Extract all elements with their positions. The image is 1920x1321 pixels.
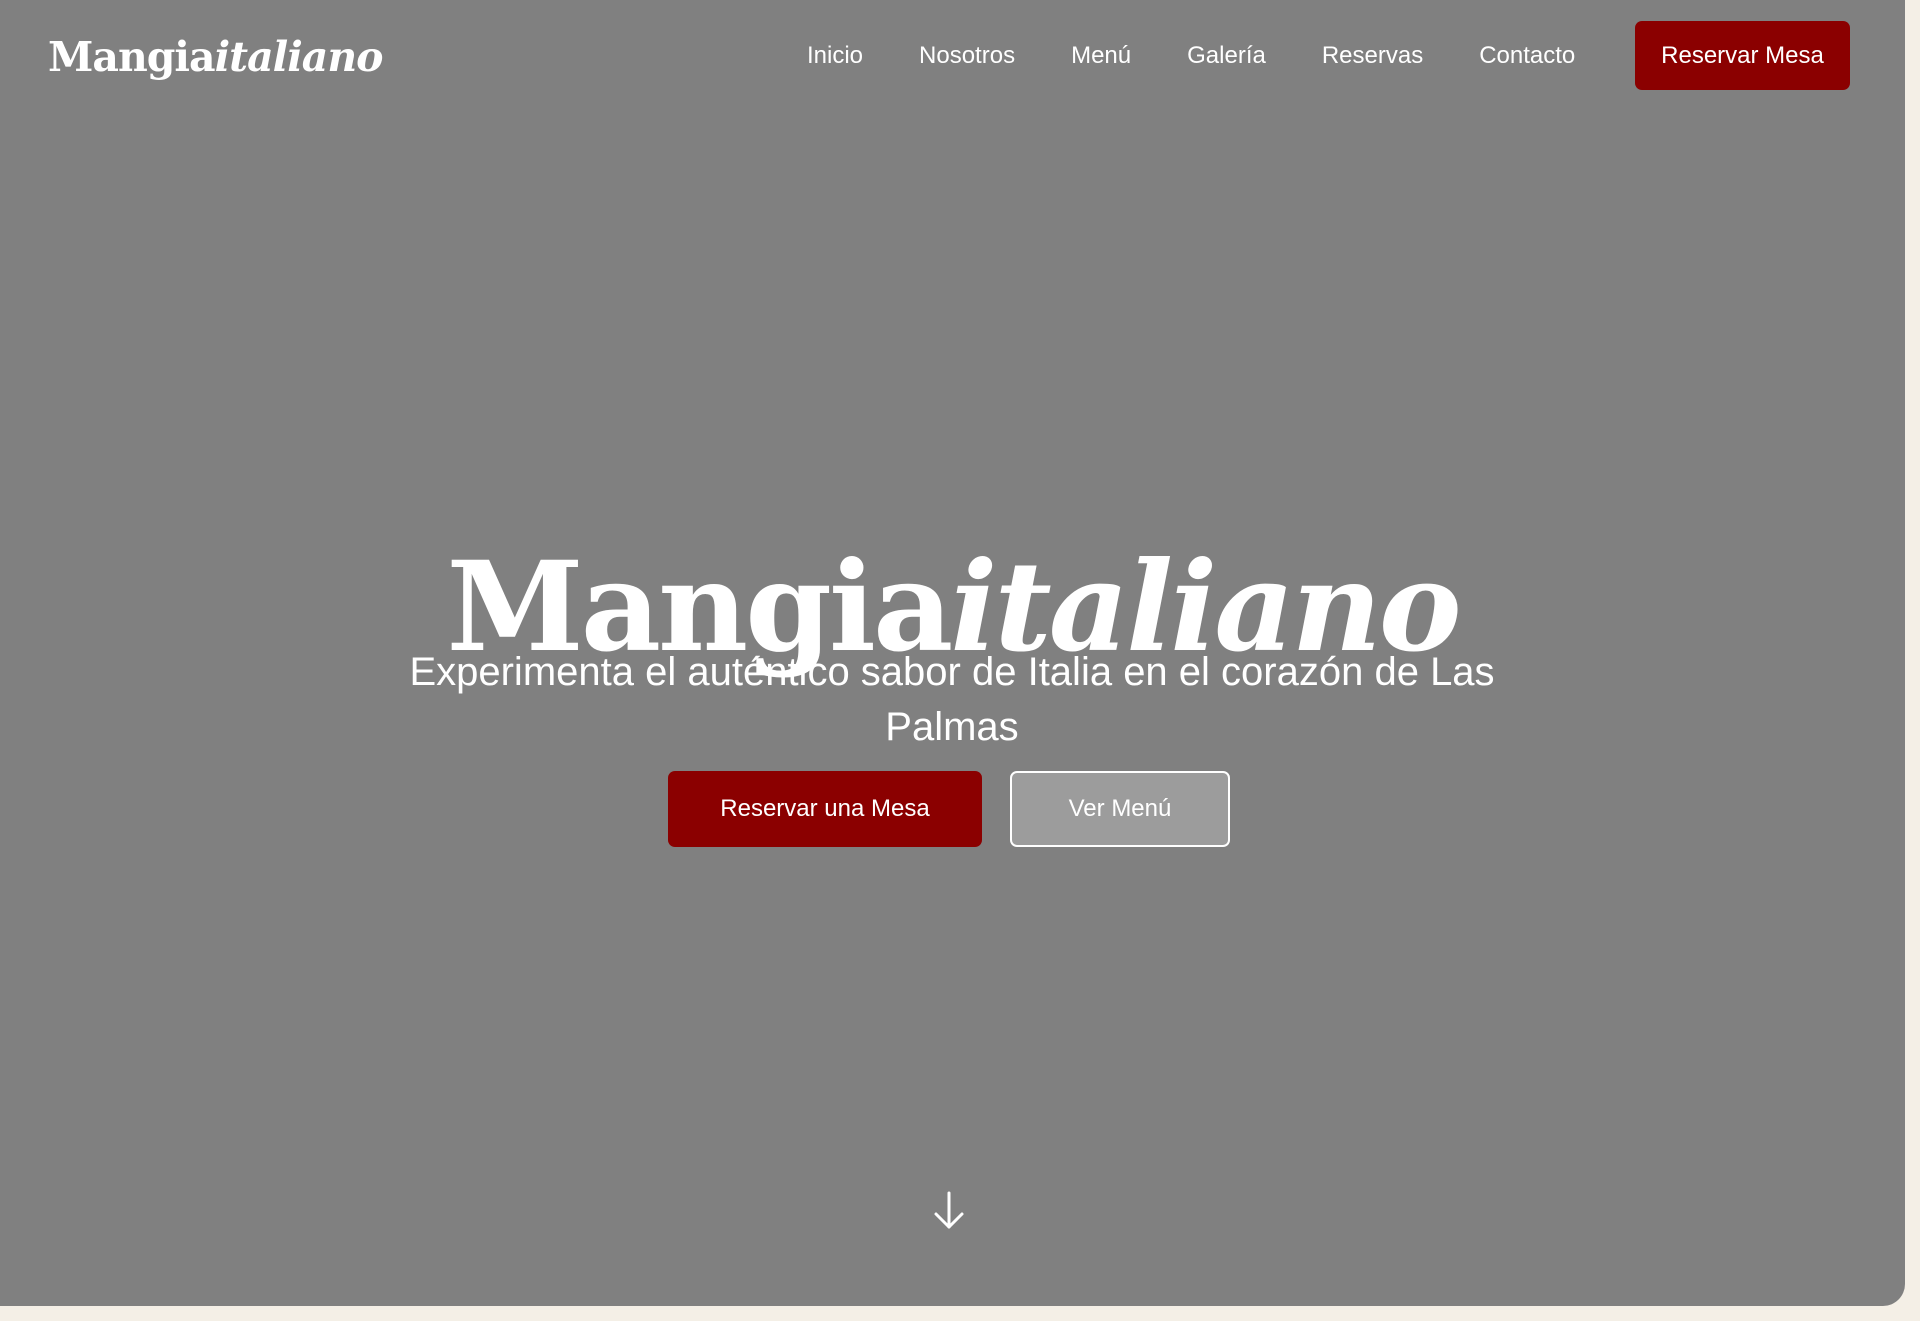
brand-logo[interactable]: Mangiaitaliano [48,28,384,86]
reserve-table-nav-button[interactable]: Reservar Mesa [1635,21,1850,90]
reserve-table-button[interactable]: Reservar una Mesa [668,771,982,847]
nav-link-menu[interactable]: Menú [1071,38,1131,74]
logo-regular-text: Mangia [48,33,216,81]
arrow-down-icon[interactable] [930,1190,968,1232]
main-navigation: Inicio Nosotros Menú Galería Reservas Co… [807,38,1575,74]
view-menu-button[interactable]: Ver Menú [1010,771,1230,847]
nav-link-contacto[interactable]: Contacto [1479,38,1575,74]
nav-link-galeria[interactable]: Galería [1187,38,1266,74]
hero-subtitle: Experimenta el auténtico sabor de Italia… [409,650,1495,749]
arrow-down-icon-svg [934,1191,964,1229]
nav-link-nosotros[interactable]: Nosotros [919,38,1015,74]
hero-section: Mangiaitaliano Inicio Nosotros Menú Gale… [0,0,1905,1306]
hero-actions: Reservar una Mesa Ver Menú [668,771,1230,847]
nav-link-inicio[interactable]: Inicio [807,38,863,74]
navbar: Mangiaitaliano Inicio Nosotros Menú Gale… [0,0,1905,112]
nav-link-reservas[interactable]: Reservas [1322,38,1423,74]
logo-italic-text: italiano [214,33,384,81]
